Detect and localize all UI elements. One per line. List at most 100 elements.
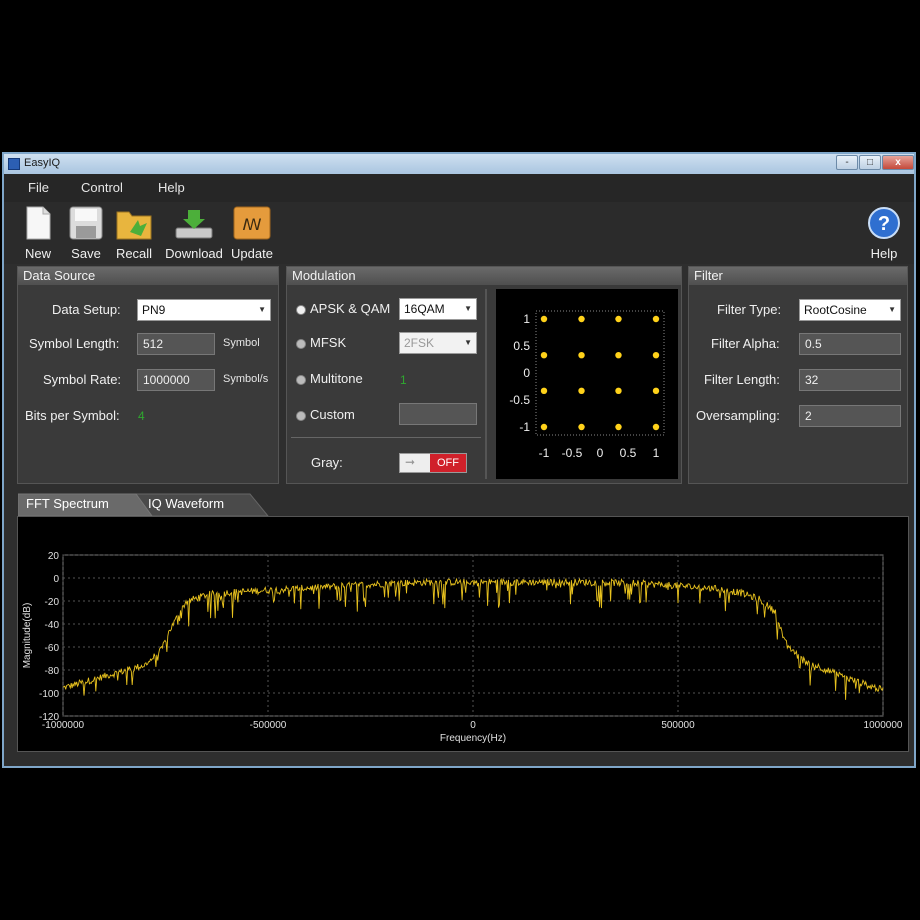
constellation-y-tick: 1	[523, 312, 530, 326]
download-icon	[174, 206, 214, 240]
mfsk-label: MFSK	[310, 335, 347, 350]
constellation-point	[615, 315, 622, 323]
gray-label: Gray:	[311, 455, 343, 470]
filter-length-field[interactable]: 32	[799, 369, 901, 391]
constellation-x-tick: 1	[653, 446, 660, 460]
new-file-icon	[18, 206, 58, 240]
floppy-disk-icon	[66, 206, 106, 240]
update-button[interactable]: ꟿ Update	[222, 206, 282, 261]
window-title: EasyIQ	[24, 157, 61, 169]
constellation-point	[578, 387, 585, 395]
constellation-point	[652, 351, 660, 359]
dropdown-arrow-icon: ▼	[258, 305, 266, 314]
multitone-radio[interactable]	[296, 375, 306, 385]
x-tick-label: -500000	[250, 720, 287, 731]
custom-label: Custom	[310, 407, 355, 422]
constellation-x-tick: -1	[539, 446, 550, 460]
custom-field[interactable]	[399, 403, 477, 425]
x-tick-label: 0	[470, 720, 476, 731]
dropdown-arrow-icon: ▼	[464, 338, 472, 347]
divider	[485, 289, 487, 479]
filter-panel: Filter Filter Type: RootCosine ▼ Filter A…	[688, 266, 908, 484]
modulation-panel: Modulation APSK & QAM 16QAM ▼ MFSK 2FSK ▼ …	[286, 266, 682, 484]
bits-per-symbol-value: 4	[138, 409, 145, 423]
title-bar[interactable]: EasyIQ - □ x	[4, 154, 914, 174]
constellation-y-tick: -1	[519, 420, 530, 434]
data-setup-label: Data Setup:	[52, 302, 121, 317]
constellation-x-tick: -0.5	[562, 446, 583, 460]
gray-toggle[interactable]: ➞ OFF	[399, 453, 467, 473]
y-tick-label: -40	[45, 620, 60, 631]
constellation-point	[540, 387, 548, 395]
oversampling-field[interactable]: 2	[799, 405, 901, 427]
close-button[interactable]: x	[882, 155, 914, 170]
menu-file[interactable]: File	[28, 180, 49, 195]
gray-toggle-state: OFF	[430, 454, 466, 472]
constellation-y-tick: 0.5	[513, 339, 530, 353]
filter-header: Filter	[689, 267, 907, 285]
recall-button[interactable]: Recall	[104, 206, 164, 261]
mfsk-radio[interactable]	[296, 339, 306, 349]
dropdown-arrow-icon: ▼	[888, 305, 896, 314]
constellation-plot: 1 0.5 0 -0.5 -1 -1 -0.5 0 0.5 1	[496, 289, 678, 479]
constellation-point	[615, 423, 622, 431]
constellation-point	[615, 351, 622, 359]
apsk-qam-select[interactable]: 16QAM ▼	[399, 298, 477, 320]
toolbar: New Save Recall Download ꟿ Update ? Help	[4, 202, 914, 264]
folder-recall-icon	[114, 206, 154, 240]
constellation-point	[652, 315, 660, 323]
y-tick-label: -20	[45, 597, 60, 608]
data-source-header: Data Source	[18, 267, 278, 285]
tab-fft-spectrum[interactable]: FFT Spectrum	[18, 492, 117, 516]
y-tick-label: -60	[45, 643, 60, 654]
tab-iq-waveform[interactable]: IQ Waveform	[140, 492, 232, 516]
modulation-header: Modulation	[287, 267, 681, 285]
bits-per-symbol-label: Bits per Symbol:	[25, 408, 120, 423]
apsk-qam-label: APSK & QAM	[310, 301, 391, 316]
data-setup-select[interactable]: PN9 ▼	[137, 299, 271, 321]
symbol-length-field[interactable]: 512	[137, 333, 215, 355]
filter-type-select[interactable]: RootCosine ▼	[799, 299, 901, 321]
constellation-y-tick: 0	[523, 366, 530, 380]
apsk-qam-radio[interactable]	[296, 305, 306, 315]
multitone-label: Multitone	[310, 371, 363, 386]
y-tick-label: 0	[53, 574, 59, 585]
constellation-point	[578, 423, 585, 431]
filter-alpha-label: Filter Alpha:	[711, 336, 780, 351]
symbol-rate-label: Symbol Rate:	[43, 372, 122, 387]
help-button[interactable]: ? Help	[854, 206, 914, 261]
menu-help[interactable]: Help	[158, 180, 185, 195]
svg-text:?: ?	[878, 213, 890, 235]
symbol-rate-field[interactable]: 1000000	[137, 369, 215, 391]
constellation-point	[615, 387, 622, 395]
download-button[interactable]: Download	[162, 206, 226, 261]
constellation-x-tick: 0	[597, 446, 604, 460]
maximize-button[interactable]: □	[859, 155, 881, 170]
filter-type-label: Filter Type:	[717, 302, 782, 317]
help-icon: ?	[864, 206, 904, 240]
fft-spectrum-plot: 20 0 -20 -40 -60 -80 -100 -120 -1000000 -500000 0 5…	[17, 516, 909, 752]
y-axis-label: Magnitude(dB)	[22, 603, 33, 669]
dropdown-arrow-icon: ▼	[464, 304, 472, 313]
constellation-y-tick: -0.5	[509, 393, 530, 407]
mfsk-select[interactable]: 2FSK ▼	[399, 332, 477, 354]
x-tick-label: 500000	[661, 720, 695, 731]
custom-radio[interactable]	[296, 411, 306, 421]
constellation-point	[578, 351, 585, 359]
constellation-frame	[535, 310, 665, 436]
filter-length-label: Filter Length:	[704, 372, 780, 387]
divider	[291, 437, 481, 438]
constellation-point	[540, 423, 548, 431]
app-window: EasyIQ - □ x File Control Help New Save …	[2, 152, 916, 768]
multitone-value: 1	[400, 373, 407, 387]
oversampling-label: Oversampling:	[696, 408, 780, 423]
minimize-button[interactable]: -	[836, 155, 858, 170]
filter-alpha-field[interactable]: 0.5	[799, 333, 901, 355]
x-tick-label: 1000000	[864, 720, 903, 731]
update-icon: ꟿ	[232, 206, 272, 240]
constellation-point	[578, 315, 585, 323]
app-icon	[8, 158, 20, 170]
menu-control[interactable]: Control	[81, 180, 123, 195]
y-tick-label: -100	[39, 689, 59, 700]
y-tick-label: -80	[45, 666, 60, 677]
